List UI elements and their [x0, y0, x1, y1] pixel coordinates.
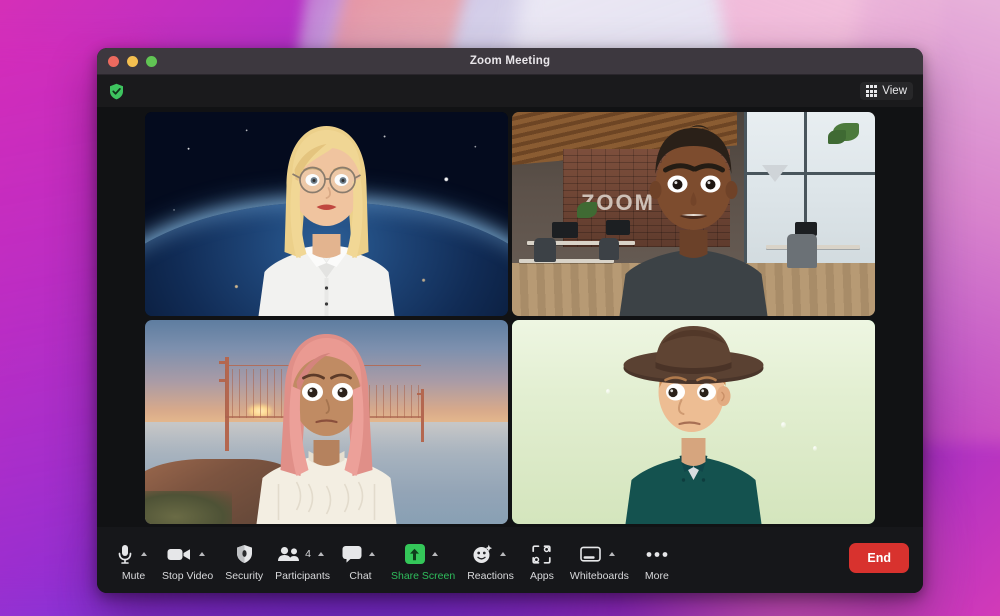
- ellipsis-icon: [646, 551, 668, 558]
- whiteboards-button[interactable]: Whiteboards: [564, 538, 635, 582]
- apps-brackets-icon: [532, 544, 552, 564]
- participants-options-caret[interactable]: [314, 543, 328, 565]
- participants-label: Participants: [275, 570, 330, 582]
- video-gallery-area: ZOOM: [97, 107, 923, 527]
- security-button[interactable]: Security: [219, 538, 269, 582]
- share-screen-button[interactable]: Share Screen: [385, 538, 461, 582]
- desktop-wallpaper: Zoom Meeting View ZOOM Mute Stop Video S…: [0, 0, 1000, 616]
- participants-count-badge: 4: [305, 548, 311, 560]
- meeting-toolbar: Mute Stop Video Security 4 Participants …: [97, 527, 923, 593]
- encryption-shield-icon[interactable]: [105, 80, 127, 102]
- zoom-meeting-window: Zoom Meeting View ZOOM Mute Stop Video S…: [97, 48, 923, 593]
- view-button[interactable]: View: [859, 82, 913, 100]
- more-label: More: [644, 570, 669, 582]
- grid-icon: [865, 85, 878, 97]
- reactions-smiley-icon: [472, 544, 493, 564]
- participants-icon: [277, 546, 301, 562]
- window-title-bar: Zoom Meeting: [97, 48, 923, 75]
- reactions-options-caret[interactable]: [496, 543, 510, 565]
- participant-tile-1[interactable]: [145, 112, 508, 316]
- security-label: Security: [225, 570, 264, 582]
- apps-button[interactable]: Apps: [520, 538, 564, 582]
- toolbar-items: Mute Stop Video Security 4 Participants …: [111, 538, 849, 582]
- share-options-caret[interactable]: [428, 543, 442, 565]
- participant-tile-3[interactable]: [145, 320, 508, 524]
- video-options-caret[interactable]: [194, 543, 208, 565]
- share-screen-icon: [404, 544, 425, 564]
- chat-button[interactable]: Chat: [336, 538, 385, 582]
- mute-options-caret[interactable]: [136, 543, 150, 565]
- microphone-icon: [117, 544, 133, 564]
- avatar-pink-hair-woman: [145, 320, 508, 524]
- avatar-blonde-woman-glasses: [145, 112, 508, 316]
- apps-label: Apps: [529, 570, 554, 582]
- mute-button[interactable]: Mute: [111, 538, 156, 582]
- shield-icon: [236, 544, 253, 564]
- participant-grid: ZOOM: [145, 112, 875, 524]
- stop-video-label: Stop Video: [162, 570, 214, 582]
- share-screen-label: Share Screen: [390, 570, 456, 582]
- whiteboards-label: Whiteboards: [569, 570, 629, 582]
- mute-label: Mute: [121, 570, 146, 582]
- video-camera-icon: [167, 547, 191, 562]
- participant-tile-4-active-speaker[interactable]: [512, 320, 875, 524]
- avatar-man-with-hat: [512, 320, 875, 524]
- participant-tile-2[interactable]: ZOOM: [512, 112, 875, 316]
- reactions-label: Reactions: [467, 570, 514, 582]
- chat-bubble-icon: [342, 545, 362, 563]
- chat-options-caret[interactable]: [365, 543, 379, 565]
- stop-video-button[interactable]: Stop Video: [156, 538, 219, 582]
- whiteboard-icon: [580, 546, 602, 563]
- participants-button[interactable]: 4 Participants: [269, 538, 336, 582]
- more-button[interactable]: More: [635, 538, 679, 582]
- whiteboards-options-caret[interactable]: [604, 543, 618, 565]
- view-button-label: View: [882, 85, 907, 97]
- chat-label: Chat: [349, 570, 372, 582]
- reactions-button[interactable]: Reactions: [461, 538, 520, 582]
- meeting-header-bar: View: [97, 75, 923, 107]
- end-meeting-button[interactable]: End: [849, 543, 909, 573]
- window-title: Zoom Meeting: [469, 55, 551, 67]
- avatar-dark-skin-man: [512, 112, 875, 316]
